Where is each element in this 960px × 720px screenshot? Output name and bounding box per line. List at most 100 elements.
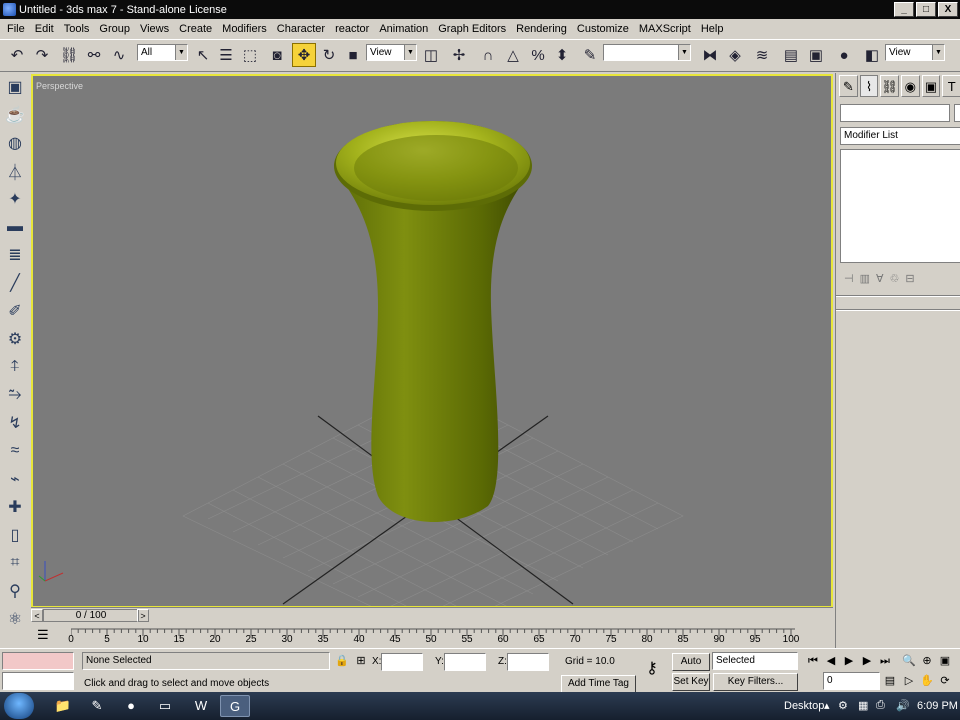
- y-coordinate-field[interactable]: [444, 653, 486, 671]
- select-and-scale-icon[interactable]: ■: [341, 43, 365, 67]
- make-unique-icon[interactable]: ∀: [876, 272, 884, 285]
- menu-reactor[interactable]: reactor: [330, 23, 374, 35]
- render-type-dropdown[interactable]: View ▼: [885, 44, 945, 61]
- selection-filter-dropdown[interactable]: All ▼: [137, 44, 188, 61]
- gear-icon[interactable]: ⚙: [0, 325, 30, 353]
- twist-icon[interactable]: ⌁: [0, 465, 30, 493]
- cone-icon[interactable]: ⏃: [0, 157, 30, 185]
- select-and-link-icon[interactable]: ⛓: [57, 43, 81, 67]
- arc-rotate-icon[interactable]: ⟳: [936, 673, 954, 689]
- modifier-list-dropdown[interactable]: Modifier List: [840, 127, 960, 145]
- wave-icon[interactable]: ⥲: [0, 381, 30, 409]
- menu-edit[interactable]: Edit: [30, 23, 59, 35]
- light-icon[interactable]: ⚲: [0, 577, 30, 605]
- teapot-icon[interactable]: ☕: [0, 101, 30, 129]
- tray-volume-icon[interactable]: 🔊: [896, 699, 910, 712]
- vase-object[interactable]: [334, 121, 532, 523]
- field-of-view-icon[interactable]: ▷: [900, 673, 918, 689]
- layer-manager-icon[interactable]: ≋: [750, 43, 774, 67]
- percent-snap-icon[interactable]: %: [526, 43, 550, 67]
- 3ds-max-icon[interactable]: [3, 3, 16, 16]
- sphere-icon[interactable]: ◍: [0, 129, 30, 157]
- tray-settings-icon[interactable]: ⚙: [838, 699, 848, 712]
- object-name-field[interactable]: [840, 104, 950, 122]
- hierarchy-tab-icon[interactable]: ⛓: [880, 75, 900, 97]
- window-taskbar-icon[interactable]: ▭: [150, 695, 180, 717]
- select-and-move-icon[interactable]: ✥: [292, 43, 316, 67]
- explorer-taskbar-icon[interactable]: 📁: [48, 695, 78, 717]
- pivot-center-icon[interactable]: ◫: [419, 43, 443, 67]
- select-and-manipulate-icon[interactable]: ✢: [447, 43, 471, 67]
- plane-icon[interactable]: ▬: [0, 213, 30, 241]
- unlink-selection-icon[interactable]: ⚯: [82, 43, 106, 67]
- select-by-name-icon[interactable]: ☰: [214, 43, 238, 67]
- time-slider-next-button[interactable]: >: [137, 609, 149, 622]
- play-icon[interactable]: ▶: [840, 653, 858, 669]
- menu-views[interactable]: Views: [135, 23, 174, 35]
- pin-stack-icon[interactable]: ⊣: [844, 272, 854, 285]
- menu-maxscript[interactable]: MAXScript: [634, 23, 696, 35]
- schematic-view-icon[interactable]: ▣: [804, 43, 828, 67]
- reactor-icon[interactable]: ▯: [0, 521, 30, 549]
- cylinder-icon[interactable]: ≣: [0, 241, 30, 269]
- current-frame-field[interactable]: 0: [823, 672, 880, 690]
- object-color-swatch[interactable]: [954, 104, 960, 122]
- menu-rendering[interactable]: Rendering: [511, 23, 572, 35]
- go-to-end-icon[interactable]: ⏭: [876, 653, 894, 669]
- track-bar[interactable]: ☰ 0 5 10 15 20 25 30 35 40 45 50 55 60 65 70 75 80 85 90 95…: [31, 624, 833, 648]
- menu-modifiers[interactable]: Modifiers: [217, 23, 272, 35]
- maxscript-mini-listener-field[interactable]: [2, 672, 74, 690]
- display-tab-icon[interactable]: ▣: [921, 75, 941, 97]
- angle-snap-icon[interactable]: △: [501, 43, 525, 67]
- maximize-button[interactable]: □: [916, 2, 936, 17]
- set-key-button[interactable]: Set Key: [672, 673, 710, 691]
- time-slider[interactable]: < 0 / 100 >: [31, 607, 833, 623]
- helper-icon[interactable]: ✦: [0, 185, 30, 213]
- key-filters-button[interactable]: Key Filters...: [713, 673, 798, 691]
- motion-tab-icon[interactable]: ◉: [901, 75, 920, 97]
- rectangular-selection-icon[interactable]: ⬚: [238, 43, 262, 67]
- spinner-snap-icon[interactable]: ⬍: [550, 43, 574, 67]
- edit-named-selection-icon[interactable]: ✎: [578, 43, 602, 67]
- desktop-toolbar-label[interactable]: Desktop: [784, 700, 824, 712]
- select-object-icon[interactable]: ↖: [191, 43, 215, 67]
- modifier-stack[interactable]: [840, 149, 960, 263]
- ripple-icon[interactable]: ≈: [0, 437, 30, 465]
- next-frame-icon[interactable]: ▶: [858, 653, 876, 669]
- window-crossing-icon[interactable]: ◙: [265, 43, 289, 67]
- create-tab-icon[interactable]: ✎: [839, 75, 858, 97]
- remove-modifier-icon[interactable]: ♲: [890, 272, 900, 285]
- tray-expand-icon[interactable]: ▴: [824, 699, 830, 712]
- bone-icon[interactable]: ✚: [0, 493, 30, 521]
- 3ds-max-taskbar-icon[interactable]: G: [220, 695, 250, 717]
- menu-help[interactable]: Help: [696, 23, 729, 35]
- firefox-taskbar-icon[interactable]: ●: [116, 695, 146, 717]
- undo-icon[interactable]: ↶: [5, 43, 29, 67]
- time-slider-prev-button[interactable]: <: [31, 609, 43, 622]
- menu-file[interactable]: File: [2, 23, 30, 35]
- named-selection-sets-dropdown[interactable]: ▼: [603, 44, 691, 61]
- render-scene-icon[interactable]: ◧: [860, 43, 884, 67]
- redo-icon[interactable]: ↷: [30, 43, 54, 67]
- snaps-toggle-icon[interactable]: ∩: [476, 43, 500, 67]
- add-time-tag-button[interactable]: Add Time Tag: [561, 675, 636, 693]
- lattice-icon[interactable]: ⍏: [0, 353, 30, 381]
- track-bar-menu-icon[interactable]: ☰: [37, 627, 49, 643]
- zoom-icon[interactable]: 🔍: [900, 653, 918, 669]
- time-configuration-icon[interactable]: ▤: [881, 673, 899, 689]
- align-icon[interactable]: ◈: [723, 43, 747, 67]
- utility-icon[interactable]: ⚛: [0, 605, 30, 633]
- show-end-result-icon[interactable]: ▥: [860, 272, 870, 285]
- tray-printer-icon[interactable]: ⎙: [876, 699, 885, 712]
- menu-character[interactable]: Character: [272, 23, 330, 35]
- zoom-extents-icon[interactable]: ▣: [936, 653, 954, 669]
- reference-coordinate-dropdown[interactable]: View ▼: [366, 44, 417, 61]
- menu-customize[interactable]: Customize: [572, 23, 634, 35]
- camera-icon[interactable]: ⌗: [0, 549, 30, 577]
- close-button[interactable]: X: [938, 2, 958, 17]
- paint-icon[interactable]: ✐: [0, 297, 30, 325]
- line-icon[interactable]: ╱: [0, 269, 30, 297]
- configure-modifier-sets-icon[interactable]: ⊟: [905, 272, 914, 285]
- tray-network-icon[interactable]: ▦: [858, 699, 868, 712]
- zoom-all-icon[interactable]: ⊕: [918, 653, 936, 669]
